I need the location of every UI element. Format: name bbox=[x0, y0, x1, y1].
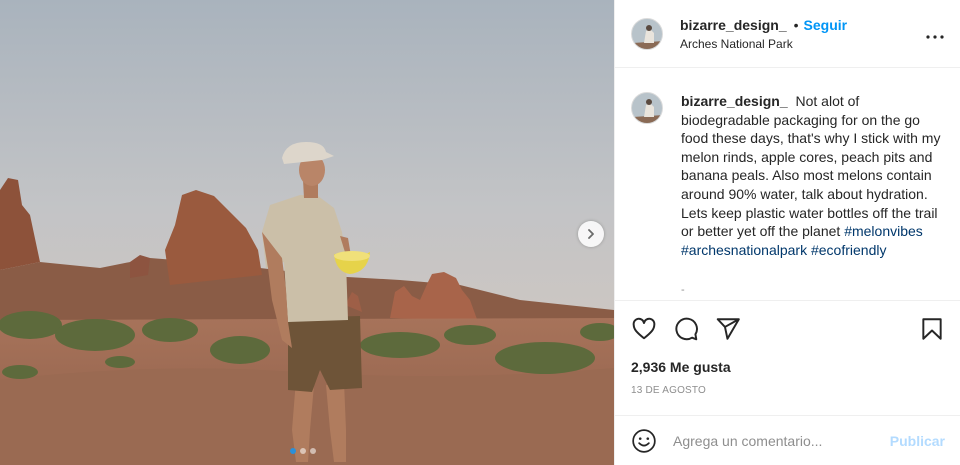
publish-button[interactable]: Publicar bbox=[890, 433, 945, 449]
avatar-image bbox=[632, 93, 662, 123]
hashtag-link[interactable]: #ecofriendly bbox=[811, 242, 887, 258]
username-link[interactable]: bizarre_design_ bbox=[680, 17, 787, 33]
caption-text: bizarre_design_ Not alot of biodegradabl… bbox=[681, 92, 947, 259]
post-header: bizarre_design_ • Seguir Arches National… bbox=[615, 0, 960, 68]
separator-dot: • bbox=[793, 16, 799, 33]
hashtag-link[interactable]: #melonvibes bbox=[844, 223, 923, 239]
caption-more-indicator: - bbox=[681, 284, 685, 296]
avatar-image bbox=[632, 18, 662, 49]
carousel-dot bbox=[310, 448, 316, 454]
desert-landscape-photo bbox=[0, 0, 614, 465]
chevron-right-icon bbox=[588, 229, 594, 239]
hashtag-link[interactable]: #archesnationalpark bbox=[681, 242, 807, 258]
heart-icon[interactable] bbox=[631, 316, 657, 342]
avatar[interactable] bbox=[631, 92, 663, 124]
bookmark-icon[interactable] bbox=[919, 316, 945, 342]
next-photo-button[interactable] bbox=[578, 221, 604, 247]
comment-bar: Publicar bbox=[615, 415, 960, 465]
carousel-indicator bbox=[290, 448, 316, 454]
action-bar bbox=[615, 301, 960, 357]
carousel-dot bbox=[290, 448, 296, 454]
instagram-post: bizarre_design_ • Seguir Arches National… bbox=[0, 0, 960, 465]
caption-body: Not alot of biodegradable packaging for … bbox=[681, 93, 941, 240]
post-actions-section: 2,936 Me gusta 13 DE AGOSTO bbox=[615, 300, 960, 396]
post-side-panel: bizarre_design_ • Seguir Arches National… bbox=[614, 0, 960, 465]
more-options-icon[interactable] bbox=[926, 24, 944, 42]
comment-input[interactable] bbox=[673, 432, 890, 449]
comment-icon[interactable] bbox=[673, 316, 699, 342]
carousel-dot bbox=[300, 448, 306, 454]
caption-username[interactable]: bizarre_design_ bbox=[681, 93, 788, 109]
follow-button[interactable]: Seguir bbox=[804, 17, 848, 33]
avatar[interactable] bbox=[631, 17, 663, 50]
emoji-icon[interactable] bbox=[631, 428, 657, 454]
likes-count[interactable]: 2,936 Me gusta bbox=[615, 359, 960, 375]
location-link[interactable]: Arches National Park bbox=[680, 37, 847, 51]
share-icon[interactable] bbox=[715, 316, 741, 342]
post-photo[interactable] bbox=[0, 0, 614, 465]
post-date: 13 DE AGOSTO bbox=[631, 385, 707, 396]
caption: bizarre_design_ Not alot of biodegradabl… bbox=[631, 92, 951, 259]
